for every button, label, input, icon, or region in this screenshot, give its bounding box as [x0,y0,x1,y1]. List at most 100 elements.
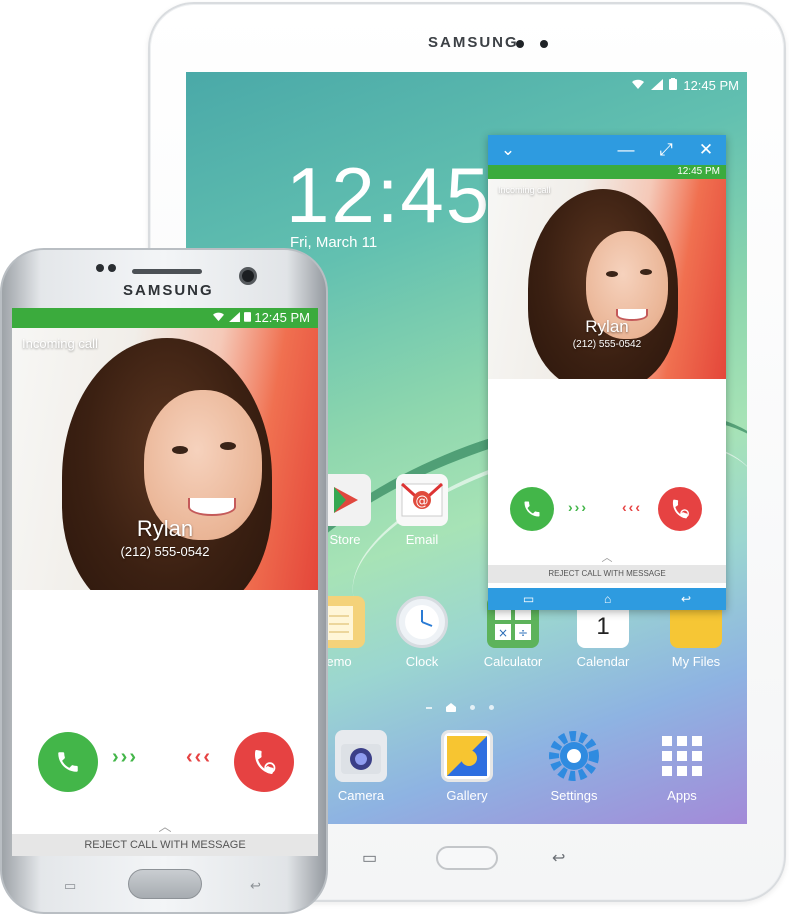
phone-incoming-label: Incoming call [22,336,98,351]
home-page-icon [446,703,456,712]
minimize-icon[interactable]: — [606,140,646,160]
popup-decline-button[interactable] [658,487,702,531]
camera-icon [335,730,387,782]
back-icon[interactable]: ↩ [681,592,691,606]
settings-icon [548,730,600,782]
calendar-day: 1 [596,613,610,640]
svg-text:÷: ÷ [518,626,528,640]
popup-status-bar: 12:45 PM [488,165,726,179]
phone-accept-chevrons: ››› [112,746,138,768]
apps-grid-icon [656,730,708,782]
popup-incoming-label: Incoming call [498,185,551,195]
photo-eye [220,442,236,450]
phone-caller-photo: Incoming call Rylan (212) 555-0542 [12,328,318,590]
tablet-status-time: 12:45 PM [683,78,739,93]
page-dot [426,706,432,709]
phone-decline-chevrons: ‹‹‹ [186,746,212,768]
app-label: Calculator [483,654,543,669]
app-email[interactable]: @ Email [377,474,467,547]
battery-icon [669,78,678,93]
dock-gallery[interactable]: Gallery [422,730,512,803]
phone-caller-number: (212) 555-0542 [120,544,210,559]
signal-icon [229,310,244,325]
close-icon[interactable]: ✕ [686,140,726,160]
phone-icon [524,501,540,517]
wifi-icon [631,78,645,93]
tablet-recent-apps-icon[interactable]: ▭ [362,848,377,868]
svg-text:@: @ [416,494,429,509]
end-call-icon [672,499,689,519]
popup-title-bar[interactable]: ⌄ — ⤢ ✕ [488,135,726,165]
signal-icon [651,78,664,93]
popup-caller-name: Rylan [585,317,629,336]
lock-clock-time: 12:45 [286,151,492,239]
recent-apps-icon[interactable]: ▭ [523,592,534,606]
dock-apps[interactable]: Apps [637,730,727,803]
chevron-up-icon: ︿ [158,819,172,834]
lock-clock: 12:45PM [286,150,520,241]
clock-icon [396,596,448,648]
gallery-icon [441,730,493,782]
photo-eye [606,271,618,277]
app-label: Calendar [576,654,630,669]
popup-caller-photo: Incoming call Rylan (212) 555-0542 [488,179,726,379]
phone-home-button[interactable] [128,869,202,899]
end-call-icon [254,750,276,774]
phone-camera-icon [239,267,257,285]
tablet-brand-label: SAMSUNG [428,34,519,51]
page-indicator [426,703,494,712]
phone-call-screen: 12:45 PM Incoming call Rylan (212) 555-0… [12,308,318,856]
dock-settings[interactable]: Settings [529,730,619,803]
popup-accept-button[interactable] [510,487,554,531]
dock-camera[interactable]: Camera [316,730,406,803]
expand-icon[interactable]: ⤢ [646,140,686,160]
tablet-status-bar: 12:45 PM [631,78,739,93]
phone-back-icon[interactable]: ↩ [250,878,261,894]
tablet-home-button[interactable] [436,846,498,870]
phone-icon [58,752,78,772]
app-label: Camera [337,788,385,803]
app-label: Clock [405,654,439,669]
tablet-camera-icon [540,40,548,48]
phone-status-time: 12:45 PM [254,310,310,325]
popup-accept-chevrons: ››› [568,499,588,515]
home-icon[interactable]: ⌂ [604,592,611,606]
popup-nav-bar: ▭ ⌂ ↩ [488,588,726,610]
email-icon: @ [396,474,448,526]
page-dot [489,705,494,710]
lock-date: Fri, March 11 [290,234,378,251]
phone-caller-name: Rylan [136,516,194,541]
photo-eye [640,269,652,275]
svg-text:×: × [498,626,508,640]
app-clock[interactable]: Clock [377,596,467,669]
phone-brand-label: SAMSUNG [123,282,214,299]
phone-status-bar: 12:45 PM [12,308,318,328]
tablet-sensor-dot [516,40,524,48]
battery-icon [243,310,255,325]
phone-sensor-dot [108,264,116,272]
chevron-down-icon[interactable]: ⌄ [488,140,528,160]
phone-speaker [132,269,202,274]
tablet-back-icon[interactable]: ↩ [552,848,565,868]
phone-reject-with-message[interactable]: REJECT CALL WITH MESSAGE [12,834,318,856]
wifi-icon [212,310,229,325]
app-label: My Files [671,654,721,669]
phone-decline-button[interactable] [234,732,294,792]
app-label: Apps [667,788,697,803]
popup-status-time: 12:45 PM [677,166,720,177]
phone-device: SAMSUNG 12:45 PM Incoming call Rylan (21… [0,248,328,914]
popup-call-window[interactable]: ⌄ — ⤢ ✕ 12:45 PM Incoming call Rylan (21… [488,135,726,610]
popup-decline-chevrons: ‹‹‹ [622,499,642,515]
page-dot [470,705,475,710]
photo-eye [172,446,188,454]
phone-recent-apps-icon[interactable]: ▭ [64,878,76,894]
phone-accept-button[interactable] [38,732,98,792]
app-label: Settings [550,788,598,803]
chevron-up-icon: ︿ [601,552,613,564]
popup-caller-number: (212) 555-0542 [572,339,642,350]
phone-sensor-dot [96,264,104,272]
popup-reject-with-message[interactable]: REJECT CALL WITH MESSAGE [488,565,726,583]
app-label: Gallery [446,788,488,803]
photo-smile [188,498,236,516]
app-label: Email [405,532,439,547]
